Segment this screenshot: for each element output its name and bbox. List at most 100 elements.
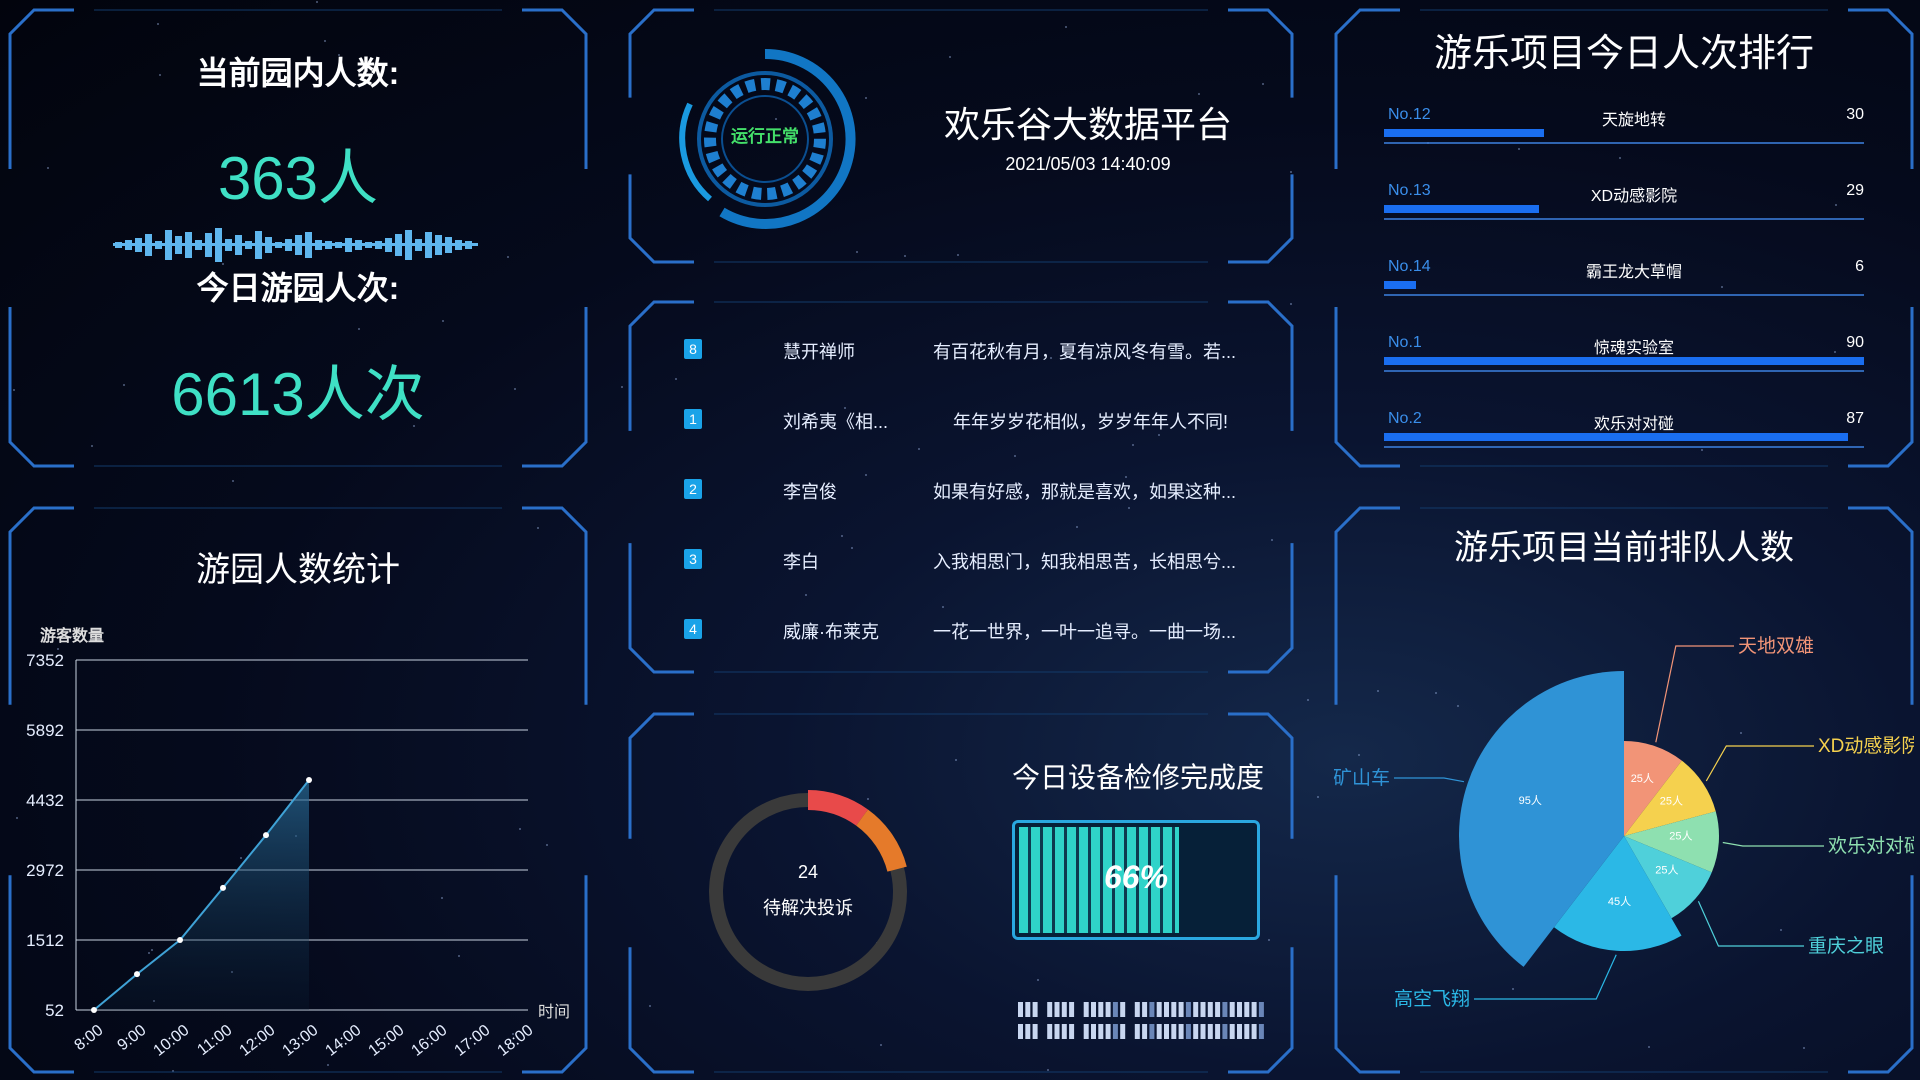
barcode-bar (1251, 1024, 1257, 1039)
star (621, 386, 624, 389)
complaints-label: 待解决投诉 (763, 898, 853, 918)
current-count-label: 当前园内人数: (196, 55, 400, 91)
author-name: 李宫俊 (783, 482, 837, 502)
barcode-bar (1134, 1002, 1140, 1017)
x-tick-label: 12:00 (236, 1022, 278, 1060)
barcode-bar (1193, 1002, 1199, 1017)
list-item[interactable]: 4 威廉·布莱克 一花一世界，一叶一追寻。一曲一场... (628, 616, 1294, 646)
ranking-title: 游乐项目今日人次排行 (1433, 33, 1814, 75)
area-fill (94, 779, 309, 1010)
barcode-bar (1025, 1024, 1031, 1039)
ride-count: 30 (1846, 106, 1864, 123)
barcode-bar (1032, 1002, 1038, 1017)
header-datetime: 2021/05/03 14:40:09 (1005, 154, 1171, 174)
slice-name-label: 重庆之眼 (1808, 935, 1884, 957)
ranking-row[interactable]: No.1 惊魂实验室 90 (1384, 334, 1864, 394)
ranking-row[interactable]: No.13 XD动感影院 29 (1384, 182, 1864, 242)
barcode-bar (1164, 1024, 1169, 1039)
y-tick-label: 5892 (26, 721, 64, 740)
x-tick-label: 16:00 (408, 1022, 450, 1060)
x-tick-label: 15:00 (365, 1022, 407, 1060)
quote-text: 入我相思门，知我相思苦，长相思兮... (933, 552, 1237, 572)
quote-text: 年年岁岁花相似，岁岁年年人不同! (953, 412, 1228, 432)
leader-line (1655, 645, 1734, 743)
barcode-bar (1164, 1002, 1169, 1017)
data-point (134, 971, 140, 978)
list-item[interactable]: 2 李宫俊 如果有好感，那就是喜欢，如果这种... (628, 476, 1294, 506)
rank-badge: 1 (684, 409, 702, 429)
status-text: 运行正常 (731, 127, 799, 146)
list-item[interactable]: 8 慧开禅师 有百花秋有月，夏有凉风冬有雪。若... (628, 336, 1294, 366)
barcode-bar (1215, 1002, 1221, 1017)
star (316, 0, 318, 3)
barcode-bar (1258, 1024, 1264, 1039)
queue-panel: 游乐项目当前排队人数 25人 天地双雄 25人 XD动感影院 25人 欢乐对对碰 25人 重庆… (1334, 506, 1914, 1074)
barcode-bar (1083, 1002, 1089, 1017)
barcode-bar (1237, 1002, 1242, 1017)
barcode-bar (1098, 1002, 1104, 1017)
ranking-bar (1384, 205, 1539, 213)
barcode-bar (1258, 1002, 1264, 1017)
ranking-bar (1384, 281, 1416, 289)
barcode-bar (1193, 1024, 1199, 1039)
barcode-bar (1112, 1024, 1118, 1039)
y-tick-label: 7352 (26, 651, 64, 670)
list-item[interactable]: 3 李白 入我相思门，知我相思苦，长相思兮... (628, 546, 1294, 576)
slice-value-label: 95人 (1519, 794, 1542, 807)
star (1316, 796, 1319, 799)
platform-title: 欢乐谷大数据平台 (943, 104, 1232, 145)
maintenance-title: 今日设备检修完成度 (1011, 762, 1264, 793)
ranking-divider (1384, 142, 1864, 144)
visitor-area-chart: 7352 5892 4432 2972 1512 52 8:00 9:00 10:00 11:00… (26, 651, 536, 1060)
ranking-row[interactable]: No.2 欢乐对对碰 87 (1384, 410, 1864, 470)
slice-name-label: 高空飞翔 (1394, 988, 1470, 1010)
donut-segment-red (807, 790, 868, 826)
barcode-bar (1018, 1002, 1023, 1017)
ranking-panel: 游乐项目今日人次排行 No.12 天旋地转 30 No.13 XD动感影院 29… (1334, 8, 1914, 468)
queue-pie-chart: 25人天地双雄25人XD动感影院25人 欢乐对对碰25人重庆之眼45人高空飞翔95… (1334, 635, 1914, 1010)
barcode-bar (1251, 1002, 1257, 1017)
today-count-value: 6613人次 (171, 361, 425, 428)
slice-name-label: 矿山车 (1334, 767, 1390, 789)
data-point (177, 937, 183, 943)
barcode-bar (1069, 1002, 1075, 1017)
bar-code-decoration (1018, 1002, 1264, 1039)
barcode-bar (1120, 1024, 1126, 1039)
barcode-bar (1185, 1002, 1191, 1017)
ranking-row[interactable]: No.14 霸王龙大草帽 6 (1384, 258, 1864, 318)
quote-text: 有百花秋有月，夏有凉风冬有雪。若... (933, 342, 1237, 362)
slice-value-label: 25人 (1660, 794, 1683, 807)
x-tick-label: 9:00 (114, 1022, 149, 1055)
barcode-bar (1134, 1024, 1140, 1039)
maintenance-panel: 24 待解决投诉 今日设备检修完成度 66% (628, 712, 1294, 1074)
quote-text: 如果有好感，那就是喜欢，如果这种... (933, 482, 1237, 502)
barcode-bar (1149, 1002, 1155, 1017)
maintenance-percent: 66% (1103, 859, 1169, 895)
barcode-bar (1025, 1002, 1031, 1017)
rank-number: No.12 (1388, 106, 1431, 123)
ride-name: 天旋地转 (1601, 112, 1666, 129)
barcode-bar (1185, 1024, 1191, 1039)
waveform-decoration (113, 228, 478, 262)
author-name: 刘希夷《相... (783, 412, 889, 432)
x-tick-label: 18:00 (494, 1022, 536, 1060)
barcode-bar (1229, 1002, 1235, 1017)
barcode-bar (1149, 1024, 1155, 1039)
list-item[interactable]: 1 刘希夷《相... 年年岁岁花相似，岁岁年年人不同! (628, 406, 1294, 436)
slice-name-label: XD动感影院 (1818, 735, 1914, 757)
barcode-bar (1207, 1002, 1213, 1017)
x-tick-label: 8:00 (71, 1022, 106, 1055)
barcode-bar (1098, 1024, 1104, 1039)
barcode-bar (1200, 1002, 1206, 1017)
barcode-bar (1083, 1024, 1089, 1039)
star (231, 479, 234, 482)
barcode-bar (1222, 1002, 1228, 1017)
star (1307, 698, 1310, 701)
rank-number: No.2 (1388, 410, 1422, 427)
ranking-row[interactable]: No.12 天旋地转 30 (1384, 106, 1864, 166)
ranking-divider (1384, 294, 1864, 296)
slice-value-label: 25人 (1631, 772, 1654, 785)
y-tick-label: 2972 (26, 861, 64, 880)
author-name: 慧开禅师 (783, 342, 855, 362)
data-point (91, 1007, 97, 1013)
